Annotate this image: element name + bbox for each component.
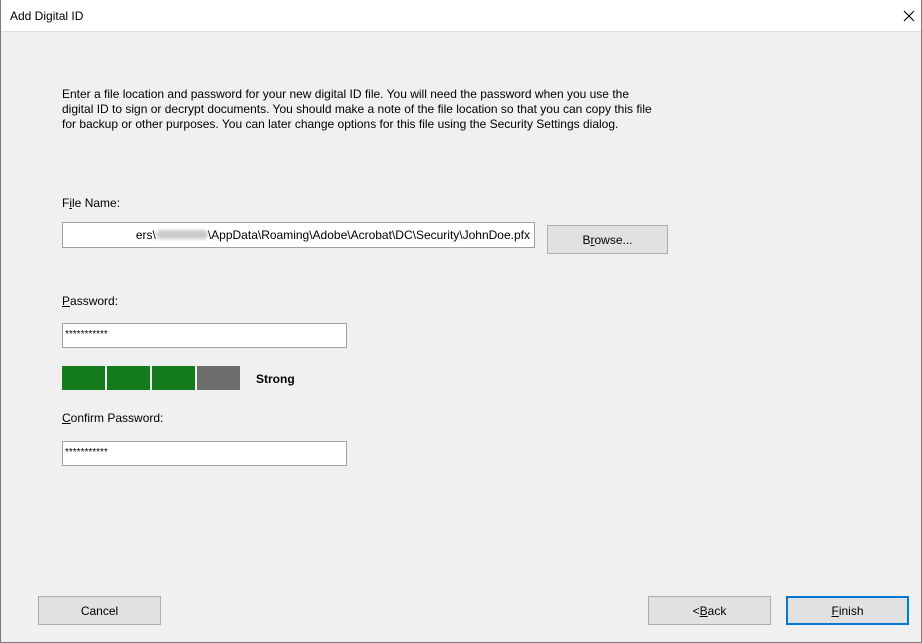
- file-name-input[interactable]: ers\ \AppData\Roaming\Adobe\Acrobat\DC\Se…: [62, 222, 535, 248]
- confirm-password-label: Confirm Password:: [62, 411, 164, 425]
- password-strength-label: Strong: [256, 372, 295, 386]
- file-name-label: File Name:: [62, 196, 121, 210]
- add-digital-id-dialog: Add Digital ID Enter a file location and…: [0, 0, 922, 643]
- file-path-value: ers\ \AppData\Roaming\Adobe\Acrobat\DC\Se…: [135, 228, 530, 242]
- password-strength-meter: [62, 366, 242, 390]
- password-input[interactable]: ***********: [62, 323, 347, 348]
- intro-text: Enter a file location and password for y…: [62, 87, 652, 131]
- strength-segment-filled: [152, 366, 195, 390]
- window-title: Add Digital ID: [10, 9, 84, 23]
- confirm-password-input[interactable]: ***********: [62, 441, 347, 466]
- strength-segment-filled: [107, 366, 150, 390]
- password-label: Password:: [62, 294, 119, 308]
- finish-button[interactable]: Finish: [786, 596, 909, 625]
- strength-segment-filled: [62, 366, 105, 390]
- back-button[interactable]: < Back: [648, 596, 771, 625]
- strength-segment-empty: [197, 366, 240, 390]
- browse-button[interactable]: Br owse...: [547, 225, 668, 254]
- redacted-username: [155, 229, 208, 239]
- cancel-button[interactable]: Cancel: [38, 596, 161, 625]
- title-bar: Add Digital ID: [1, 0, 921, 32]
- close-icon[interactable]: [897, 0, 921, 31]
